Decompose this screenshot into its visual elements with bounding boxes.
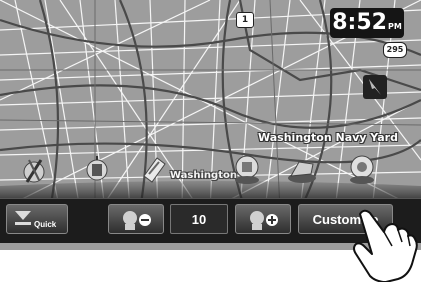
clock-ampm: PM: [387, 22, 402, 31]
quick-menu-button[interactable]: Quick: [6, 204, 68, 234]
clock-display: 8:52PM: [330, 8, 404, 38]
restaurant-icon[interactable]: [17, 152, 51, 186]
route-shield-badge: 1: [236, 12, 254, 28]
voice-guide-down-icon: [123, 211, 151, 230]
atm-icon[interactable]: [345, 152, 379, 186]
gas-station-icon[interactable]: [80, 152, 114, 186]
map-label-area: Washington Navy Yard: [258, 131, 398, 144]
quick-label: Quick: [34, 220, 57, 229]
compass-icon[interactable]: [363, 75, 387, 99]
hotel-icon[interactable]: [285, 152, 319, 186]
quick-menu-icon: [15, 211, 31, 225]
clock-time: 8:52: [332, 10, 387, 35]
route-shield-badge: 295: [383, 42, 407, 58]
auto-service-icon[interactable]: [230, 152, 264, 186]
voice-down-button[interactable]: [108, 204, 164, 234]
volume-level-display: 10: [170, 204, 228, 234]
tap-hand-icon: [353, 209, 418, 282]
voice-guide-up-icon: [250, 211, 278, 230]
parking-icon[interactable]: [137, 152, 171, 186]
voice-up-button[interactable]: [235, 204, 291, 234]
